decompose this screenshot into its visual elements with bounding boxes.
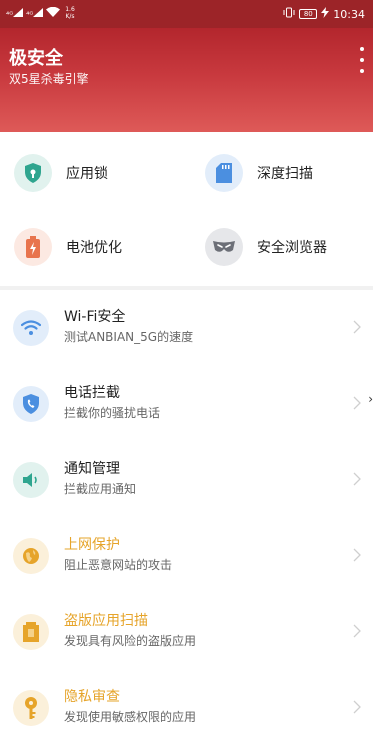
list-item-wifi-security[interactable]: Wi-Fi安全 测试ANBIAN_5G的速度 bbox=[0, 290, 373, 366]
package-icon bbox=[13, 614, 49, 650]
more-menu-icon[interactable] bbox=[358, 47, 366, 73]
grid-item-label: 电池优化 bbox=[66, 240, 122, 256]
feature-list: Wi-Fi安全 测试ANBIAN_5G的速度 电话拦截 拦截你的骚扰电话 通知管… bbox=[0, 290, 373, 743]
grid-item-secure-browser[interactable]: 安全浏览器 bbox=[205, 228, 327, 266]
speaker-icon bbox=[13, 462, 49, 498]
chevron-right-icon bbox=[353, 472, 361, 486]
signal-icon: ⁴ᴳ bbox=[6, 7, 24, 19]
shield-lock-icon bbox=[14, 154, 52, 192]
list-item-subtitle: 测试ANBIAN_5G的速度 bbox=[64, 330, 194, 344]
phone-shield-icon bbox=[13, 386, 49, 422]
chevron-right-icon bbox=[353, 548, 361, 562]
list-item-title: 上网保护 bbox=[64, 537, 120, 553]
wifi-status-icon bbox=[46, 6, 61, 19]
list-item-title: 盗版应用扫描 bbox=[64, 613, 148, 629]
list-item-title: 电话拦截 bbox=[64, 385, 120, 401]
feature-grid: 应用锁 深度扫描 电池优化 安全浏览器 bbox=[0, 132, 373, 286]
grid-item-label: 应用锁 bbox=[66, 166, 108, 182]
key-icon bbox=[13, 690, 49, 726]
status-bar-left: ⁴ᴳ ⁴ᴳ 1.6 K/s bbox=[6, 6, 75, 20]
list-item-subtitle: 拦截应用通知 bbox=[64, 482, 137, 496]
sd-card-icon bbox=[205, 154, 243, 192]
grid-item-app-lock[interactable]: 应用锁 bbox=[14, 154, 108, 192]
list-item-subtitle: 阻止恶意网站的攻击 bbox=[64, 558, 173, 572]
app-header: 极安全 双5星杀毒引擎 bbox=[0, 28, 373, 132]
app-title: 极安全 bbox=[9, 48, 63, 69]
vibrate-icon bbox=[283, 7, 295, 21]
grid-item-battery-optimize[interactable]: 电池优化 bbox=[14, 228, 122, 266]
chevron-right-icon bbox=[353, 624, 361, 638]
list-item-pirated-app-scan[interactable]: 盗版应用扫描 发现具有风险的盗版应用 bbox=[0, 594, 373, 670]
status-bar: ⁴ᴳ ⁴ᴳ 1.6 K/s 80 10:34 bbox=[0, 0, 373, 28]
list-item-title: 通知管理 bbox=[64, 461, 120, 477]
battery-icon bbox=[14, 228, 52, 266]
app-subtitle: 双5星杀毒引擎 bbox=[9, 72, 89, 86]
wifi-icon bbox=[13, 310, 49, 346]
chevron-right-icon bbox=[353, 320, 361, 334]
chevron-right-icon bbox=[353, 396, 361, 410]
list-item-notification-manager[interactable]: 通知管理 拦截应用通知 bbox=[0, 442, 373, 518]
list-item-title: 隐私审查 bbox=[64, 689, 120, 705]
status-bar-right: 80 10:34 bbox=[283, 7, 365, 21]
grid-item-deep-scan[interactable]: 深度扫描 bbox=[205, 154, 313, 192]
battery-level: 80 bbox=[299, 9, 318, 19]
list-item-title: Wi-Fi安全 bbox=[64, 309, 126, 325]
chevron-right-icon bbox=[353, 700, 361, 714]
list-item-subtitle: 拦截你的骚扰电话 bbox=[64, 406, 161, 420]
list-item-privacy-audit[interactable]: 隐私审查 发现使用敏感权限的应用 bbox=[0, 670, 373, 743]
network-speed: 1.6 K/s bbox=[65, 6, 75, 20]
grid-item-label: 安全浏览器 bbox=[257, 240, 327, 256]
list-item-subtitle: 发现具有风险的盗版应用 bbox=[64, 634, 197, 648]
browser-mask-icon bbox=[205, 228, 243, 266]
list-item-web-protection[interactable]: 上网保护 阻止恶意网站的攻击 bbox=[0, 518, 373, 594]
signal-icon: ⁴ᴳ bbox=[26, 7, 44, 19]
globe-icon bbox=[13, 538, 49, 574]
clock: 10:34 bbox=[333, 7, 365, 21]
edge-glyph: › bbox=[368, 392, 373, 406]
grid-item-label: 深度扫描 bbox=[257, 166, 313, 182]
list-item-subtitle: 发现使用敏感权限的应用 bbox=[64, 710, 197, 724]
list-item-call-blocking[interactable]: 电话拦截 拦截你的骚扰电话 bbox=[0, 366, 373, 442]
charging-icon bbox=[321, 7, 330, 21]
